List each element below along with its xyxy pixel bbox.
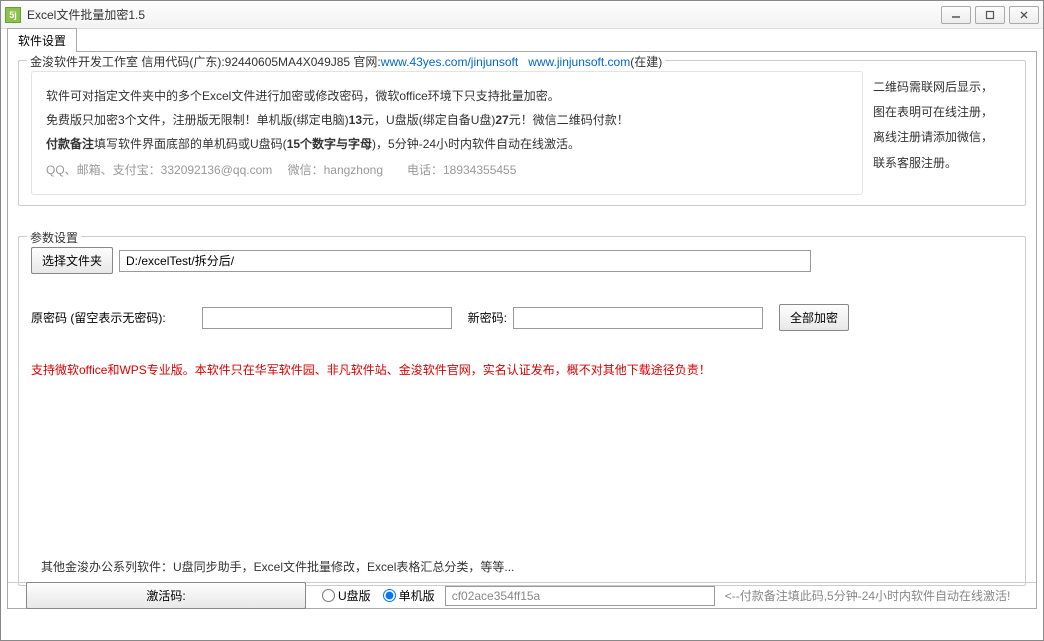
price2: 27 bbox=[495, 113, 508, 127]
select-folder-button[interactable]: 选择文件夹 bbox=[31, 247, 113, 274]
titlebar: 5j Excel文件批量加密1.5 bbox=[1, 1, 1043, 29]
qr-note-4: 联系客服注册。 bbox=[873, 151, 1013, 176]
machine-code-field[interactable] bbox=[445, 586, 715, 606]
footer-hint: <--付款备注填此码,5分钟-24小时内软件自动在线激活! bbox=[725, 587, 1011, 604]
encrypt-all-button[interactable]: 全部加密 bbox=[779, 304, 849, 331]
old-password-input[interactable] bbox=[202, 307, 452, 329]
version-radio-group: U盘版 单机版 bbox=[322, 587, 435, 604]
info-fieldset: 金浚软件开发工作室 信用代码(广东):92440605MA4X049J85 官网… bbox=[18, 60, 1026, 206]
radio-usb-label: U盘版 bbox=[338, 587, 371, 604]
t: 填写软件界面底部的单机码或U盘码( bbox=[94, 137, 287, 151]
radio-single-version[interactable]: 单机版 bbox=[383, 587, 435, 604]
t: )，5分钟-24小时内软件自动在线激活。 bbox=[372, 137, 580, 151]
new-password-label: 新密码: bbox=[468, 309, 507, 326]
contact-info: QQ、邮箱、支付宝：332092136@qq.com 微信：hangzhong … bbox=[46, 158, 848, 182]
footer-bar: 激活码: U盘版 单机版 <--付款备注填此码,5分钟-24小时内软件自动在线激… bbox=[8, 582, 1036, 606]
info-box: 软件可对指定文件夹中的多个Excel文件进行加密或修改密码，微软office环境… bbox=[31, 71, 1013, 195]
folder-path-input[interactable] bbox=[119, 250, 811, 272]
tab-content: 金浚软件开发工作室 信用代码(广东):92440605MA4X049J85 官网… bbox=[7, 51, 1037, 609]
qr-note-1: 二维码需联网后显示， bbox=[873, 75, 1013, 100]
qr-note-3: 离线注册请添加微信， bbox=[873, 125, 1013, 150]
price1: 13 bbox=[349, 113, 362, 127]
radio-usb-input[interactable] bbox=[322, 589, 335, 602]
params-fieldset: 参数设置 选择文件夹 原密码 (留空表示无密码): 新密码: 全部加密 支持微软… bbox=[18, 236, 1026, 586]
info-left: 软件可对指定文件夹中的多个Excel文件进行加密或修改密码，微软office环境… bbox=[31, 71, 863, 195]
app-icon: 5j bbox=[5, 7, 21, 23]
new-password-input[interactable] bbox=[513, 307, 763, 329]
red-warning: 支持微软office和WPS专业版。本软件只在华军软件园、非凡软件站、金浚软件官… bbox=[31, 361, 1013, 378]
other-software-note: 其他金浚办公系列软件：U盘同步助手，Excel文件批量修改，Excel表格汇总分… bbox=[41, 558, 514, 575]
official-url-2[interactable]: www.jinjunsoft.com bbox=[528, 55, 630, 69]
window-controls bbox=[937, 6, 1039, 24]
t: 元！微信二维码付款！ bbox=[509, 113, 629, 127]
radio-single-label: 单机版 bbox=[399, 587, 435, 604]
info-legend: 金浚软件开发工作室 信用代码(广东):92440605MA4X049J85 官网… bbox=[27, 53, 665, 70]
t: 付款备注 bbox=[46, 137, 94, 151]
official-url-1[interactable]: www.43yes.com/jinjunsoft bbox=[381, 55, 518, 69]
maximize-button[interactable] bbox=[975, 6, 1005, 24]
info-line-2: 免费版只加密3个文件，注册版无限制！单机版(绑定电脑)13元，U盘版(绑定自备U… bbox=[46, 108, 848, 132]
folder-row: 选择文件夹 bbox=[31, 247, 1013, 274]
legend-text: 金浚软件开发工作室 信用代码(广东):92440605MA4X049J85 官网… bbox=[30, 55, 381, 69]
radio-single-input[interactable] bbox=[383, 589, 396, 602]
t: 元，U盘版(绑定自备U盘) bbox=[362, 113, 495, 127]
close-button[interactable] bbox=[1009, 6, 1039, 24]
window-title: Excel文件批量加密1.5 bbox=[27, 6, 937, 23]
info-line-1: 软件可对指定文件夹中的多个Excel文件进行加密或修改密码，微软office环境… bbox=[46, 84, 848, 108]
qr-note-2: 图在表明可在线注册， bbox=[873, 100, 1013, 125]
radio-usb-version[interactable]: U盘版 bbox=[322, 587, 371, 604]
params-legend: 参数设置 bbox=[27, 229, 81, 246]
app-window: 5j Excel文件批量加密1.5 软件设置 金浚软件开发工作室 信用代码(广东… bbox=[0, 0, 1044, 641]
password-row: 原密码 (留空表示无密码): 新密码: 全部加密 bbox=[31, 304, 1013, 331]
tab-settings[interactable]: 软件设置 bbox=[7, 28, 77, 52]
activation-code-button[interactable]: 激活码: bbox=[26, 582, 306, 609]
t: 免费版只加密3个文件，注册版无限制！单机版(绑定电脑) bbox=[46, 113, 349, 127]
old-password-label: 原密码 (留空表示无密码): bbox=[31, 309, 166, 326]
minimize-button[interactable] bbox=[941, 6, 971, 24]
url-suffix: (在建) bbox=[630, 55, 662, 69]
info-right: 二维码需联网后显示， 图在表明可在线注册， 离线注册请添加微信， 联系客服注册。 bbox=[873, 71, 1013, 195]
tab-strip: 软件设置 bbox=[1, 29, 1043, 51]
info-line-3: 付款备注填写软件界面底部的单机码或U盘码(15个数字与字母)，5分钟-24小时内… bbox=[46, 132, 848, 156]
t: 15个数字与字母 bbox=[287, 137, 372, 151]
